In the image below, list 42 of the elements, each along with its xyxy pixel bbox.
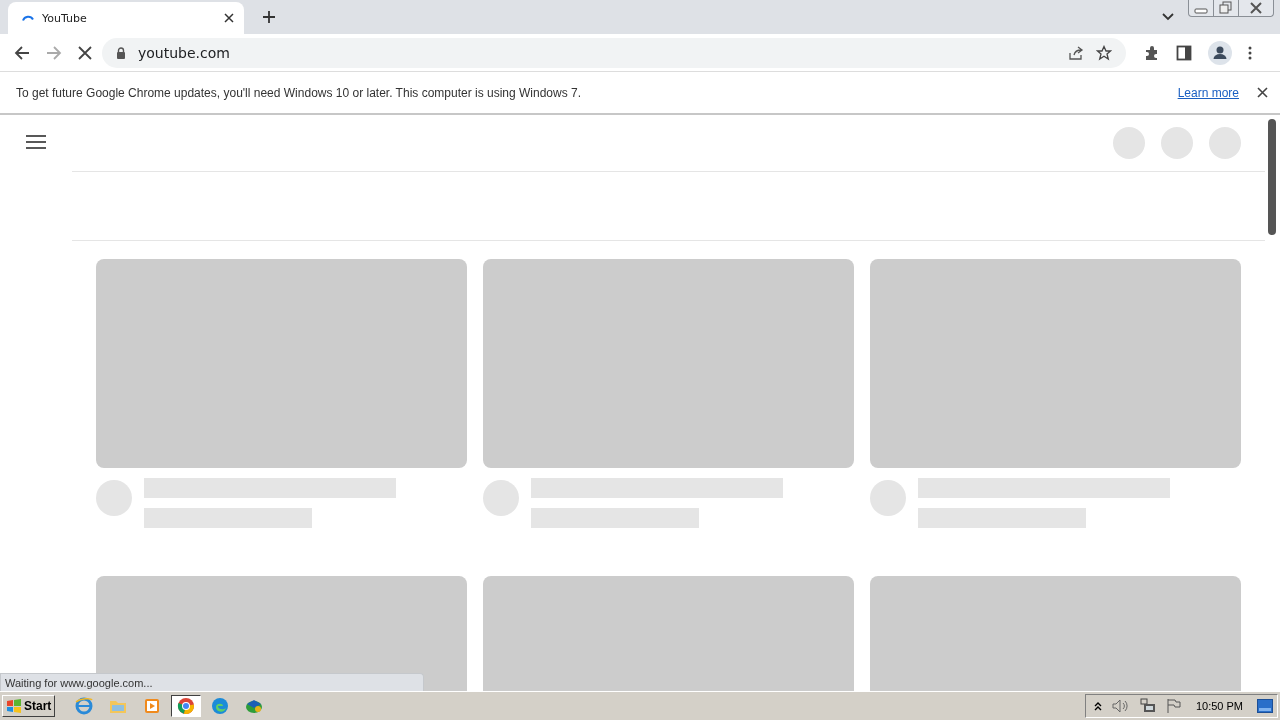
clock[interactable]: 10:50 PM [1195, 700, 1243, 712]
show-desktop-icon[interactable] [1257, 699, 1273, 713]
skeleton-circle [1161, 127, 1193, 159]
globe-icon [244, 698, 265, 714]
chrome-taskbar-button[interactable] [171, 695, 202, 717]
show-hidden-icons-icon[interactable] [1093, 701, 1102, 711]
speaker-icon[interactable] [1111, 699, 1130, 713]
address-bar[interactable]: youtube.com [102, 37, 1126, 68]
puzzle-icon[interactable] [1144, 44, 1160, 61]
skeleton-avatar [870, 480, 906, 516]
flag-icon[interactable] [1165, 698, 1182, 714]
play-icon [144, 698, 161, 714]
wave-logo-icon [211, 697, 230, 715]
tab-title: YouTube [42, 11, 88, 25]
start-button[interactable]: Start [2, 695, 56, 717]
close-icon[interactable] [1257, 87, 1268, 98]
star-icon[interactable] [1096, 44, 1112, 61]
stop-icon[interactable] [78, 45, 92, 60]
back-icon[interactable] [14, 44, 30, 61]
profile-icon[interactable] [1208, 40, 1232, 65]
windows-logo-icon [6, 699, 22, 713]
scrollbar-thumb[interactable] [1268, 119, 1276, 235]
network-icon[interactable] [1139, 698, 1156, 714]
close-icon[interactable] [224, 13, 234, 23]
skeleton-circle [1113, 127, 1145, 159]
status-bubble: Waiting for www.google.com... [0, 673, 424, 691]
skeleton-circle [1209, 127, 1241, 159]
menu-icon[interactable] [1248, 45, 1252, 60]
browser-tab[interactable]: YouTube [8, 2, 244, 34]
infobar-message: To get future Google Chrome updates, you'll need Windows 10 or later. This computer is using Windows 7. [16, 85, 582, 100]
lock-icon [116, 46, 126, 59]
chevron-down-icon[interactable] [1162, 13, 1174, 21]
globe-e-icon [75, 697, 94, 715]
side-panel-icon[interactable] [1176, 44, 1192, 61]
new-tab-icon[interactable] [262, 10, 276, 24]
share-icon[interactable] [1068, 44, 1084, 61]
menu-icon[interactable] [26, 135, 46, 149]
folder-icon [109, 698, 128, 714]
browser-logo-icon [177, 697, 196, 715]
learn-more-link[interactable]: Learn more [1177, 85, 1239, 100]
skeleton-avatar [483, 480, 519, 516]
skeleton-avatar [96, 480, 132, 516]
